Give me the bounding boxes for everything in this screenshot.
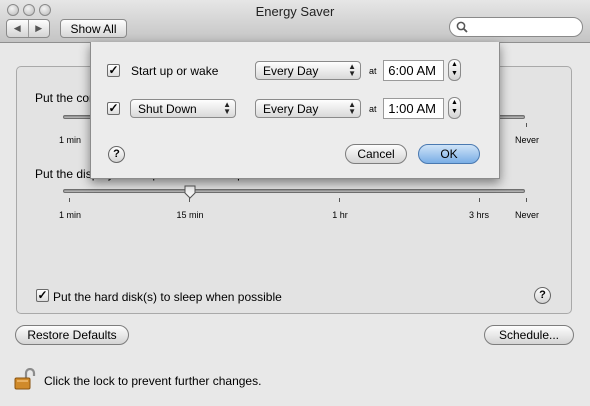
help-button[interactable]: ? bbox=[534, 287, 551, 304]
back-arrow-icon[interactable]: ◀ bbox=[7, 20, 29, 37]
startup-day-value: Every Day bbox=[263, 63, 319, 78]
tick-label-1min: 1 min bbox=[58, 135, 82, 145]
chevron-updown-icon: ▲ ▼ bbox=[223, 100, 231, 116]
startup-time-field[interactable]: 6:00 AM bbox=[383, 60, 444, 81]
search-input[interactable] bbox=[449, 17, 583, 37]
show-all-button[interactable]: Show All bbox=[60, 19, 127, 38]
search-icon bbox=[456, 21, 468, 33]
startup-time-stepper[interactable]: ▲ ▼ bbox=[448, 59, 461, 81]
shutdown-day-select[interactable]: Every Day ▲ ▼ bbox=[255, 99, 361, 118]
tick bbox=[526, 123, 527, 127]
at-label: at bbox=[369, 104, 377, 114]
harddisk-sleep-checkbox[interactable]: ✓ bbox=[36, 289, 49, 302]
tick-label-never: Never bbox=[514, 135, 540, 145]
tick-label-never: Never bbox=[514, 210, 540, 220]
title-bar: Energy Saver ◀ ▶ Show All bbox=[0, 0, 590, 43]
at-label: at bbox=[369, 66, 377, 76]
startup-wake-checkbox[interactable]: ✓ bbox=[107, 64, 120, 77]
tick bbox=[189, 198, 190, 202]
shutdown-time-field[interactable]: 1:00 AM bbox=[383, 98, 444, 119]
chevron-updown-icon: ▲ ▼ bbox=[348, 62, 356, 78]
shutdown-action-select[interactable]: Shut Down ▲ ▼ bbox=[130, 99, 236, 118]
sheet-help-button[interactable]: ? bbox=[108, 146, 125, 163]
shutdown-time-stepper[interactable]: ▲ ▼ bbox=[448, 97, 461, 119]
tick bbox=[526, 198, 527, 202]
restore-defaults-button[interactable]: Restore Defaults bbox=[15, 325, 129, 345]
ok-button[interactable]: OK bbox=[418, 144, 480, 164]
tick-label-1hr: 1 hr bbox=[332, 210, 348, 220]
shutdown-action-value: Shut Down bbox=[138, 101, 197, 116]
display-sleep-slider[interactable] bbox=[63, 189, 525, 193]
schedule-button[interactable]: Schedule... bbox=[484, 325, 574, 345]
tick bbox=[339, 198, 340, 202]
lock-text: Click the lock to prevent further change… bbox=[44, 374, 262, 388]
tick bbox=[69, 198, 70, 202]
shutdown-checkbox[interactable]: ✓ bbox=[107, 102, 120, 115]
shutdown-day-value: Every Day bbox=[263, 101, 319, 116]
startup-day-select[interactable]: Every Day ▲ ▼ bbox=[255, 61, 361, 80]
forward-arrow-icon[interactable]: ▶ bbox=[29, 20, 50, 37]
startup-wake-label: Start up or wake bbox=[131, 64, 219, 78]
tick-label-15min: 15 min bbox=[176, 210, 204, 220]
harddisk-sleep-label: Put the hard disk(s) to sleep when possi… bbox=[53, 290, 282, 304]
back-forward-control: ◀ ▶ bbox=[6, 19, 50, 38]
tick-label-1min: 1 min bbox=[58, 210, 82, 220]
display-slider-thumb[interactable] bbox=[184, 185, 196, 199]
cancel-button[interactable]: Cancel bbox=[345, 144, 407, 164]
chevron-updown-icon: ▲ ▼ bbox=[348, 100, 356, 116]
tick-label-3hrs: 3 hrs bbox=[468, 210, 490, 220]
lock-icon[interactable] bbox=[14, 368, 36, 390]
schedule-sheet: ✓ Start up or wake Every Day ▲ ▼ at 6:00 … bbox=[90, 42, 500, 179]
tick bbox=[479, 198, 480, 202]
